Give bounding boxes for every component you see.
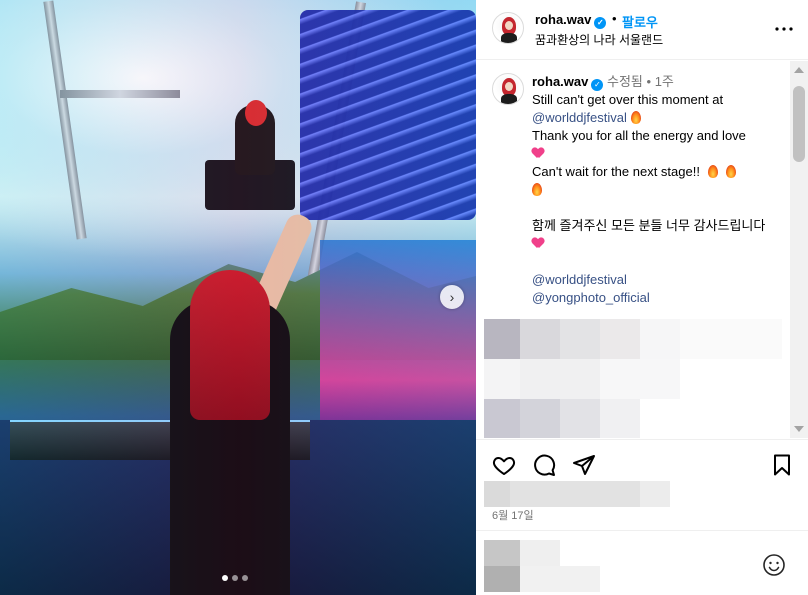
scroll-down-arrow-icon[interactable] — [794, 426, 804, 432]
location-link[interactable]: 꿈과환상의 나라 서울랜드 — [535, 31, 663, 48]
verified-badge-icon: ✓ — [591, 79, 604, 91]
more-options-icon[interactable] — [772, 17, 796, 41]
caption-username[interactable]: roha.wav — [532, 74, 588, 89]
fire-emoji-icon — [630, 111, 641, 124]
next-slide-button[interactable]: › — [440, 285, 464, 309]
avatar[interactable] — [492, 73, 524, 105]
chevron-right-icon: › — [449, 289, 455, 305]
caption-line: Can't wait for the next stage!! — [532, 164, 700, 179]
emoji-icon[interactable] — [762, 553, 788, 579]
post-side-panel: roha.wav ✓ • 팔로우 꿈과환상의 나라 서울랜드 roha.wav ✓ … — [476, 0, 808, 595]
mention-link[interactable]: @worlddjfestival — [532, 110, 627, 125]
caption-line: 함께 즐겨주신 모든 분들 너무 감사드립니다 — [532, 218, 766, 233]
time-ago[interactable]: 1주 — [655, 74, 674, 89]
avatar[interactable] — [492, 12, 524, 44]
blurred-likes — [484, 481, 670, 507]
instagram-post-modal: › roha.wav ✓ • 팔로우 꿈과환상의 나라 서울랜드 roha.wa… — [0, 0, 808, 595]
fire-emoji-icon — [532, 183, 542, 196]
verified-badge-icon: ✓ — [594, 17, 607, 29]
blurred-comment-input — [484, 540, 604, 592]
save-bookmark-icon[interactable] — [770, 453, 796, 479]
post-photo[interactable]: › — [0, 0, 476, 595]
carousel-dot — [222, 575, 228, 581]
header-separator: • — [612, 11, 617, 26]
share-icon[interactable] — [572, 453, 598, 479]
edited-label: 수정됨 — [606, 74, 643, 89]
add-comment-area[interactable] — [476, 530, 808, 595]
scroll-up-arrow-icon[interactable] — [794, 67, 804, 73]
fire-emoji-icon — [725, 165, 736, 178]
glitch-overlay — [0, 0, 476, 595]
heart-emoji-icon — [532, 238, 544, 249]
post-date[interactable]: 6월 17일 — [492, 507, 534, 523]
post-header: roha.wav ✓ • 팔로우 꿈과환상의 나라 서울랜드 — [476, 0, 808, 60]
scrollbar-thumb[interactable] — [793, 86, 805, 162]
mention-link[interactable]: @worlddjfestival — [532, 272, 627, 287]
username-link[interactable]: roha.wav ✓ — [535, 12, 607, 29]
mention-link[interactable]: @yongphoto_official — [532, 290, 650, 305]
fire-emoji-icon — [707, 165, 718, 178]
blurred-comments — [484, 319, 782, 438]
follow-button[interactable]: 팔로우 — [622, 12, 658, 31]
comments-scroll-area[interactable]: roha.wav ✓ 수정됨 • 1주 Still can't get over … — [476, 61, 790, 438]
carousel-dots — [222, 575, 248, 581]
comment-icon[interactable] — [532, 453, 558, 479]
meta-separator: • — [646, 74, 652, 89]
carousel-dot — [232, 575, 238, 581]
heart-emoji-icon — [532, 148, 544, 159]
caption-line: Still can't get over this moment at — [532, 92, 724, 107]
post-caption: roha.wav ✓ 수정됨 • 1주 Still can't get over … — [532, 73, 784, 307]
carousel-dot — [242, 575, 248, 581]
username-text: roha.wav — [535, 12, 592, 27]
comments-scrollbar[interactable] — [790, 61, 808, 438]
caption-line: Thank you for all the energy and love — [532, 128, 746, 143]
like-heart-icon[interactable] — [492, 453, 518, 479]
